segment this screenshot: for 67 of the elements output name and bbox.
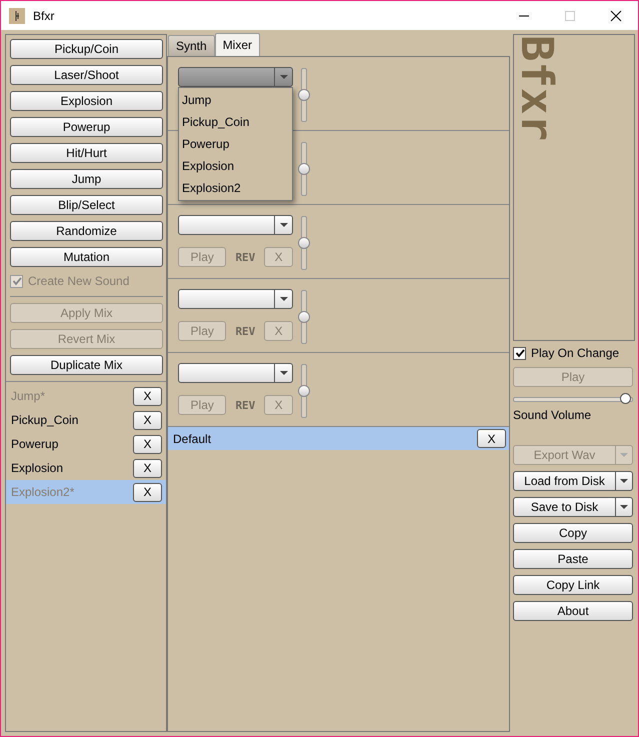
sound-list-item[interactable]: Pickup_Coin X	[6, 408, 166, 432]
dropdown-option[interactable]: Explosion	[179, 155, 292, 177]
sound-dropdown[interactable]	[178, 289, 293, 309]
app-icon	[9, 8, 25, 24]
generator-button[interactable]: Powerup	[10, 117, 163, 137]
close-icon[interactable]	[610, 10, 622, 22]
dropdown-option[interactable]: Jump	[179, 89, 292, 111]
file-button[interactable]: Copy Link	[513, 575, 633, 595]
caret-icon	[620, 479, 628, 483]
sound-list-item[interactable]: Explosion X	[6, 456, 166, 480]
checkbox-label: Create New Sound	[28, 274, 130, 288]
generator-button[interactable]: Blip/Select	[10, 195, 163, 215]
generator-button[interactable]: Jump	[10, 169, 163, 189]
file-button[interactable]: Load from Disk	[513, 471, 616, 491]
caret-icon	[280, 297, 288, 301]
mix-button[interactable]: Duplicate Mix	[10, 355, 163, 375]
generator-button[interactable]: Explosion	[10, 91, 163, 111]
caret-icon	[280, 75, 288, 79]
sound-name: Pickup_Coin	[11, 413, 78, 427]
remove-button[interactable]: X	[477, 429, 506, 448]
volume-slider[interactable]	[301, 68, 307, 122]
dropdown-option[interactable]: Pickup_Coin	[179, 111, 292, 133]
sound-dropdown[interactable]	[178, 67, 293, 87]
remove-button[interactable]: X	[133, 386, 162, 406]
mix-list-item[interactable]: Default X	[168, 427, 509, 450]
sound-name: Powerup	[11, 437, 58, 451]
caret-icon	[280, 371, 288, 375]
dropdown-option[interactable]: Explosion2	[179, 177, 292, 199]
sound-list-item[interactable]: Explosion2* X	[6, 480, 166, 504]
generator-button[interactable]: Laser/Shoot	[10, 65, 163, 85]
volume-slider[interactable]	[301, 290, 307, 344]
remove-button[interactable]: X	[133, 410, 162, 430]
dropdown-option[interactable]: Powerup	[179, 133, 292, 155]
window-title: Bfxr	[33, 8, 54, 22]
sound-name: Jump*	[11, 389, 46, 403]
remove-button[interactable]: X	[133, 482, 162, 502]
caret-icon	[620, 505, 628, 509]
generator-button[interactable]: Pickup/Coin	[10, 39, 163, 59]
sound-name: Explosion2*	[11, 485, 74, 499]
dropdown-button[interactable]	[616, 471, 633, 491]
volume-slider[interactable]	[301, 364, 307, 418]
caret-icon	[620, 453, 628, 457]
sound-name: Explosion	[11, 461, 64, 475]
volume-slider[interactable]	[301, 142, 307, 196]
volume-label: Sound Volume	[513, 408, 592, 422]
sound-list-item[interactable]: Powerup X	[6, 432, 166, 456]
generator-button[interactable]: Hit/Hurt	[10, 143, 163, 163]
mix-name: Default	[173, 432, 212, 446]
file-button[interactable]: Copy	[513, 523, 633, 543]
remove-button[interactable]: X	[133, 458, 162, 478]
tab[interactable]: Synth	[168, 35, 215, 56]
checkbox-label: Play On Change	[531, 346, 620, 360]
volume-slider[interactable]	[301, 216, 307, 270]
sound-dropdown[interactable]	[178, 215, 293, 235]
generator-button[interactable]: Mutation	[10, 247, 163, 267]
generator-button[interactable]: Randomize	[10, 221, 163, 241]
file-button[interactable]: Save to Disk	[513, 497, 616, 517]
file-button[interactable]: Paste	[513, 549, 633, 569]
tab[interactable]: Mixer	[214, 33, 260, 56]
file-button[interactable]: About	[513, 601, 633, 621]
logo: Bfxr	[514, 35, 558, 141]
sound-dropdown[interactable]	[178, 363, 293, 383]
remove-button[interactable]: X	[133, 434, 162, 454]
dropdown-button[interactable]	[616, 497, 633, 517]
sound-list-item[interactable]: Jump* X	[6, 384, 166, 408]
checkbox[interactable]	[513, 346, 526, 360]
caret-icon	[280, 223, 288, 227]
